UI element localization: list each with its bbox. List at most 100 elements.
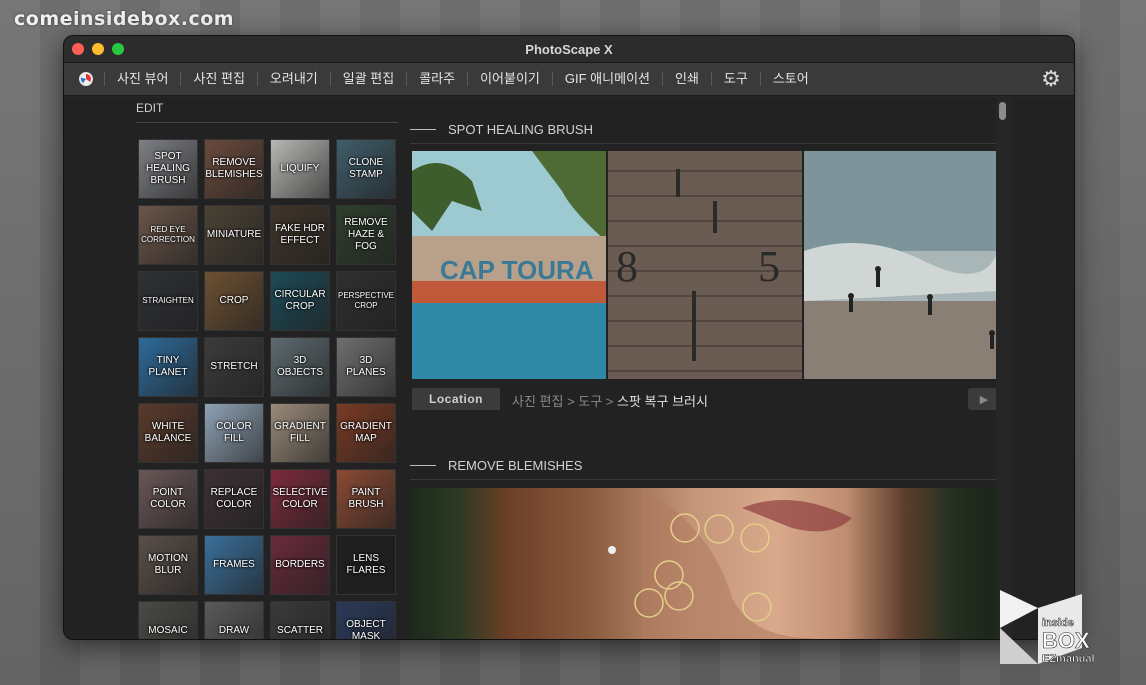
tool-label: RED EYE CORRECTION xyxy=(141,225,195,244)
section-title: REMOVE BLEMISHES xyxy=(448,458,583,473)
tool-label: STRETCH xyxy=(210,361,258,372)
tool-3d-objects[interactable]: 3D OBJECTS xyxy=(270,337,330,397)
window-title: PhotoScape X xyxy=(525,42,613,57)
tool-object-mask[interactable]: OBJECT MASK xyxy=(336,601,396,640)
tool-tiny-planet[interactable]: TINY PLANET xyxy=(138,337,198,397)
tool-white-balance[interactable]: WHITE BALANCE xyxy=(138,403,198,463)
tool-scatter[interactable]: SCATTER xyxy=(270,601,330,639)
tool-label: COLOR FILL xyxy=(216,421,252,444)
tool-label: WHITE BALANCE xyxy=(144,421,192,444)
main-menu: 사진 뷰어 사진 편집 오려내기 일괄 편집 콜라주 이어붙이기 GIF 애니메… xyxy=(64,63,1074,96)
location-button[interactable]: Location xyxy=(412,388,500,410)
section-title: SPOT HEALING BRUSH xyxy=(448,122,593,137)
menu-store[interactable]: 스토어 xyxy=(759,72,821,86)
example-photo-brick-wall: 8 5 xyxy=(608,151,802,379)
tool-label: CIRCULAR CROP xyxy=(274,289,326,312)
tool-selective-color[interactable]: SELECTIVE COLOR xyxy=(270,469,330,529)
tool-label: PAINT BRUSH xyxy=(348,487,384,510)
insidebox-logo: inside BOX EZmanual xyxy=(998,588,1128,666)
tool-label: MOSAIC xyxy=(148,625,188,636)
tool-label: DRAW xyxy=(218,625,250,636)
edit-tool-grid: SPOT HEALING BRUSH REMOVE BLEMISHES LIQUIF… xyxy=(138,139,400,640)
divider xyxy=(410,479,998,480)
tool-stretch[interactable]: STRETCH xyxy=(204,337,264,397)
tool-label: REMOVE BLEMISHES xyxy=(205,157,263,180)
app-window: PhotoScape X 사진 뷰어 사진 편집 오려내기 일괄 편집 콜라주 … xyxy=(63,35,1075,640)
tool-label: CROP xyxy=(219,295,249,306)
svg-text:8: 8 xyxy=(616,242,638,291)
menu-photo-viewer[interactable]: 사진 뷰어 xyxy=(104,72,180,86)
menu-photo-editor[interactable]: 사진 편집 xyxy=(180,72,256,86)
tool-mosaic[interactable]: MOSAIC xyxy=(138,601,198,639)
svg-text:CAP TOURA: CAP TOURA xyxy=(440,255,594,285)
tool-label: POINT COLOR xyxy=(150,487,186,510)
tool-label: PERSPECTIVE CROP xyxy=(338,291,395,310)
tool-label: STRAIGHTEN xyxy=(142,296,194,305)
menu-batch[interactable]: 일괄 편집 xyxy=(329,72,406,86)
scrollbar-thumb[interactable] xyxy=(999,102,1006,120)
tool-label: SCATTER xyxy=(277,625,323,636)
tool-remove-blemishes[interactable]: REMOVE BLEMISHES xyxy=(204,139,264,199)
tool-replace-color[interactable]: REPLACE COLOR xyxy=(204,469,264,529)
example-photo-strip: CAP TOURA 8 5 xyxy=(412,151,998,379)
tool-borders[interactable]: BORDERS xyxy=(270,535,330,595)
tool-circular-crop[interactable]: CIRCULAR CROP xyxy=(270,271,330,331)
section-heading-spot-healing: SPOT HEALING BRUSH xyxy=(410,122,593,137)
tool-label: SPOT HEALING BRUSH xyxy=(146,151,190,186)
tool-color-fill[interactable]: COLOR FILL xyxy=(204,403,264,463)
tool-gradient-map[interactable]: GRADIENT MAP xyxy=(336,403,396,463)
location-breadcrumb: 사진 편집 > 도구 > 스팟 복구 브러시 xyxy=(512,391,708,410)
tool-straighten[interactable]: STRAIGHTEN xyxy=(138,271,198,331)
menu-combine[interactable]: 이어붙이기 xyxy=(467,72,552,86)
tool-label: BORDERS xyxy=(275,559,325,570)
tool-label: LIQUIFY xyxy=(280,163,320,174)
tool-liquify[interactable]: LIQUIFY xyxy=(270,139,330,199)
tool-perspective-crop[interactable]: PERSPECTIVE CROP xyxy=(336,271,396,331)
tool-label: TINY PLANET xyxy=(148,355,188,378)
tool-draw[interactable]: DRAW xyxy=(204,601,264,639)
scrollbar[interactable] xyxy=(996,97,1012,639)
edit-section-label: EDIT xyxy=(136,101,164,115)
tool-label: FAKE HDR EFFECT xyxy=(274,223,325,246)
tool-label: REMOVE HAZE & FOG xyxy=(344,217,388,252)
tool-label: LENS FLARES xyxy=(346,553,386,576)
tool-fake-hdr-effect[interactable]: FAKE HDR EFFECT xyxy=(270,205,330,265)
tool-label: FRAMES xyxy=(213,559,255,570)
photoscape-logo-icon[interactable] xyxy=(76,69,96,89)
title-bar: PhotoScape X xyxy=(64,36,1074,63)
tool-point-color[interactable]: POINT COLOR xyxy=(138,469,198,529)
tool-motion-blur[interactable]: MOTION BLUR xyxy=(138,535,198,595)
menu-cut-out[interactable]: 오려내기 xyxy=(256,72,330,86)
tool-clone-stamp[interactable]: CLONE STAMP xyxy=(336,139,396,199)
tool-miniature[interactable]: MINIATURE xyxy=(204,205,264,265)
tool-crop[interactable]: CROP xyxy=(204,271,264,331)
tool-gradient-fill[interactable]: GRADIENT FILL xyxy=(270,403,330,463)
divider xyxy=(410,143,998,144)
section-heading-remove-blemishes: REMOVE BLEMISHES xyxy=(410,458,582,473)
tool-spot-healing-brush[interactable]: SPOT HEALING BRUSH xyxy=(138,139,198,199)
tool-frames[interactable]: FRAMES xyxy=(204,535,264,595)
tool-label: CLONE STAMP xyxy=(348,157,384,180)
menu-print[interactable]: 인쇄 xyxy=(661,72,711,86)
menu-gif-animation[interactable]: GIF 애니메이션 xyxy=(551,72,662,86)
tool-label: 3D OBJECTS xyxy=(276,355,324,378)
tool-label: REPLACE COLOR xyxy=(210,487,258,510)
tool-label: GRADIENT MAP xyxy=(340,421,392,444)
divider xyxy=(136,122,398,123)
tool-lens-flares[interactable]: LENS FLARES xyxy=(336,535,396,595)
tool-label: OBJECT MASK xyxy=(346,619,386,640)
tool-label: 3D PLANES xyxy=(346,355,386,378)
tool-remove-haze-fog[interactable]: REMOVE HAZE & FOG xyxy=(336,205,396,265)
menu-collage[interactable]: 콜라주 xyxy=(406,72,467,86)
preview-panel: SPOT HEALING BRUSH CAP TOURA 8 5 Locatio… xyxy=(410,97,1000,639)
tool-3d-planes[interactable]: 3D PLANES xyxy=(336,337,396,397)
example-photo-boat: CAP TOURA xyxy=(412,151,606,379)
breadcrumb-path: 사진 편집 > 도구 > xyxy=(512,394,618,409)
menu-tools[interactable]: 도구 xyxy=(710,72,760,86)
tool-paint-brush[interactable]: PAINT BRUSH xyxy=(336,469,396,529)
svg-text:5: 5 xyxy=(758,242,780,291)
gear-icon[interactable]: ⚙ xyxy=(1040,68,1062,90)
breadcrumb-current: 스팟 복구 브러시 xyxy=(617,394,708,409)
site-watermark: comeinsidebox.com xyxy=(14,8,235,30)
tool-red-eye-correction[interactable]: RED EYE CORRECTION xyxy=(138,205,198,265)
